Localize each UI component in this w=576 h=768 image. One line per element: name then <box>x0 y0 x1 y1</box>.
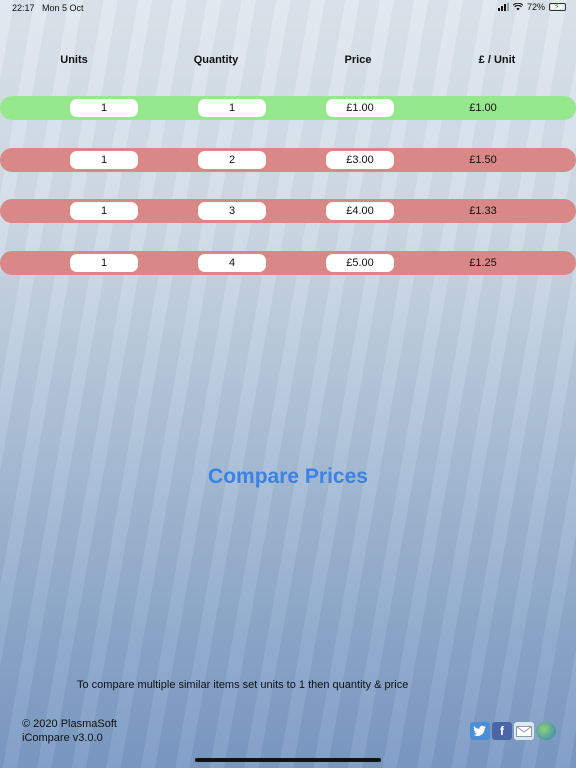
quantity-input[interactable]: 2 <box>198 151 266 169</box>
price-row-2: 1 2 £3.00 £1.50 <box>0 148 576 172</box>
footer-info: © 2020 PlasmaSoft iCompare v3.0.0 <box>22 717 117 745</box>
units-input[interactable]: 1 <box>70 202 138 220</box>
header-units: Units <box>60 54 88 66</box>
header-per-unit: £ / Unit <box>478 54 516 66</box>
price-input[interactable]: £4.00 <box>326 202 394 220</box>
facebook-icon[interactable]: f <box>492 722 512 740</box>
column-headers: Units Quantity Price £ / Unit <box>0 54 576 68</box>
units-input[interactable]: 1 <box>70 151 138 169</box>
price-input[interactable]: £3.00 <box>326 151 394 169</box>
instructions-text: To compare multiple similar items set un… <box>77 679 409 691</box>
copyright-text: © 2020 PlasmaSoft <box>22 718 117 730</box>
status-date-text: Mon 5 Oct <box>42 3 84 13</box>
quantity-input[interactable]: 1 <box>198 99 266 117</box>
header-quantity: Quantity <box>193 54 239 66</box>
wifi-icon <box>512 3 523 11</box>
cellular-signal-icon <box>497 3 509 11</box>
version-text: iCompare v3.0.0 <box>22 732 103 744</box>
battery-icon: ⚡ <box>549 2 566 11</box>
globe-icon[interactable] <box>536 722 556 740</box>
price-row-4: 1 4 £5.00 £1.25 <box>0 251 576 275</box>
units-input[interactable]: 1 <box>70 99 138 117</box>
header-price: Price <box>344 54 372 66</box>
per-unit-value: £1.25 <box>469 257 497 269</box>
home-indicator <box>195 758 381 762</box>
mail-icon[interactable] <box>514 722 534 740</box>
quantity-input[interactable]: 3 <box>198 202 266 220</box>
price-row-1: 1 1 £1.00 £1.00 <box>0 96 576 120</box>
price-input[interactable]: £5.00 <box>326 254 394 272</box>
battery-percent: 72% <box>526 2 545 12</box>
status-time: 22:17 Mon 5 Oct <box>12 3 84 13</box>
status-time-text: 22:17 <box>12 3 35 13</box>
twitter-icon[interactable] <box>470 722 490 740</box>
price-row-3: 1 3 £4.00 £1.33 <box>0 199 576 223</box>
per-unit-value: £1.50 <box>469 154 497 166</box>
status-bar: 22:17 Mon 5 Oct 72% ⚡ <box>0 0 576 16</box>
status-indicators: 72% ⚡ <box>497 2 566 12</box>
per-unit-value: £1.33 <box>469 205 497 217</box>
units-input[interactable]: 1 <box>70 254 138 272</box>
per-unit-value: £1.00 <box>469 102 497 114</box>
price-input[interactable]: £1.00 <box>326 99 394 117</box>
quantity-input[interactable]: 4 <box>198 254 266 272</box>
social-links: f <box>470 722 556 740</box>
compare-prices-button[interactable]: Compare Prices <box>0 465 576 489</box>
